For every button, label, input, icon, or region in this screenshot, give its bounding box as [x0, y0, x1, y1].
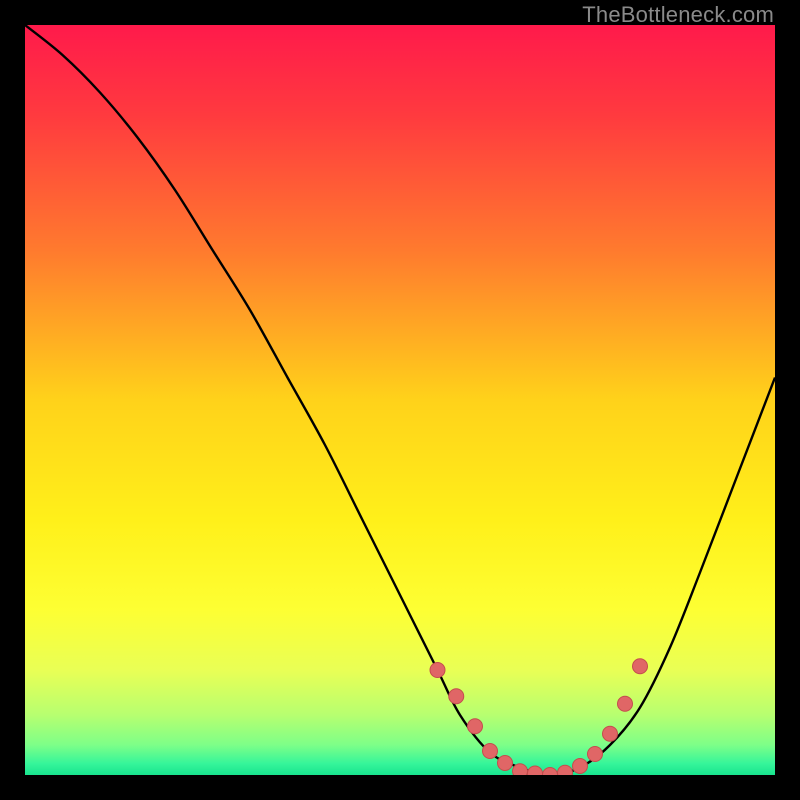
- marker-point: [588, 747, 603, 762]
- chart-frame: TheBottleneck.com: [0, 0, 800, 800]
- marker-point: [449, 689, 464, 704]
- marker-point: [573, 759, 588, 774]
- bottleneck-curve: [25, 25, 775, 775]
- marker-point: [468, 719, 483, 734]
- marker-point: [633, 659, 648, 674]
- curve-layer: [25, 25, 775, 775]
- marker-point: [528, 766, 543, 775]
- marker-point: [618, 696, 633, 711]
- marker-point: [543, 768, 558, 776]
- marker-point: [513, 764, 528, 775]
- marker-point: [558, 765, 573, 775]
- marker-point: [603, 726, 618, 741]
- plot-area: [25, 25, 775, 775]
- marker-point: [430, 663, 445, 678]
- marker-point: [498, 756, 513, 771]
- marker-point: [483, 744, 498, 759]
